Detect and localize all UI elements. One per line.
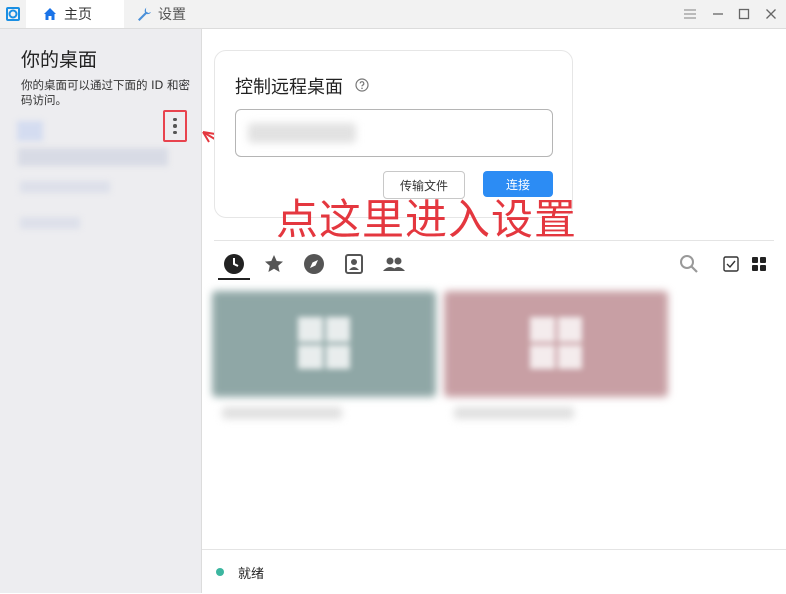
id-value-blurred: [17, 121, 43, 141]
active-tab-underline: [218, 278, 250, 280]
annotation-text: 点这里进入设置: [276, 195, 578, 244]
peer-card[interactable]: [212, 291, 436, 431]
minimize-button[interactable]: [704, 0, 732, 28]
more-dot-icon: [173, 130, 177, 135]
grid-view-icon[interactable]: [746, 251, 772, 277]
address-book-icon[interactable]: [341, 251, 367, 277]
recent-icon[interactable]: [221, 251, 247, 277]
title-bar: 主页 设置: [0, 0, 786, 29]
id-detail-blurred: [20, 181, 110, 193]
menu-icon[interactable]: [676, 0, 704, 28]
more-options-button[interactable]: [163, 110, 187, 142]
more-dot-icon: [173, 117, 177, 122]
search-icon[interactable]: [676, 251, 702, 277]
password-detail-blurred: [20, 217, 80, 229]
password-value-blurred: [18, 148, 168, 166]
app-logo-icon: [6, 7, 20, 21]
select-checkbox-icon[interactable]: [718, 251, 744, 277]
star-icon[interactable]: [261, 251, 287, 277]
peer-label-blurred: [222, 407, 342, 419]
close-button[interactable]: [757, 0, 785, 28]
sidebar-title: 你的桌面: [21, 49, 98, 71]
peer-card[interactable]: [444, 291, 668, 431]
windows-logo-icon: [298, 317, 350, 369]
wrench-icon: [138, 7, 151, 21]
sidebar: 你的桌面 你的桌面可以通过下面的 ID 和密码访问。: [0, 29, 202, 593]
remote-id-blurred: [248, 123, 356, 143]
remote-id-input[interactable]: [235, 109, 553, 157]
tab-home-label: 主页: [64, 7, 92, 23]
sidebar-description: 你的桌面可以通过下面的 ID 和密码访问。: [21, 78, 191, 107]
status-indicator-icon: [216, 568, 224, 576]
home-icon: [44, 8, 56, 20]
tab-settings[interactable]: 设置: [136, 0, 216, 28]
peer-label-blurred: [454, 407, 574, 419]
compass-icon[interactable]: [301, 251, 327, 277]
group-icon[interactable]: [381, 251, 407, 277]
status-bar: 就绪: [202, 549, 786, 594]
status-text: 就绪: [238, 567, 265, 582]
card-title: 控制远程桌面: [235, 77, 343, 98]
more-dot-icon: [173, 124, 177, 128]
help-icon[interactable]: [355, 78, 369, 92]
windows-logo-icon: [530, 317, 582, 369]
tab-settings-label: 设置: [158, 7, 186, 23]
section-divider: [214, 240, 774, 241]
maximize-button[interactable]: [730, 0, 758, 28]
tab-home[interactable]: 主页: [26, 0, 124, 28]
